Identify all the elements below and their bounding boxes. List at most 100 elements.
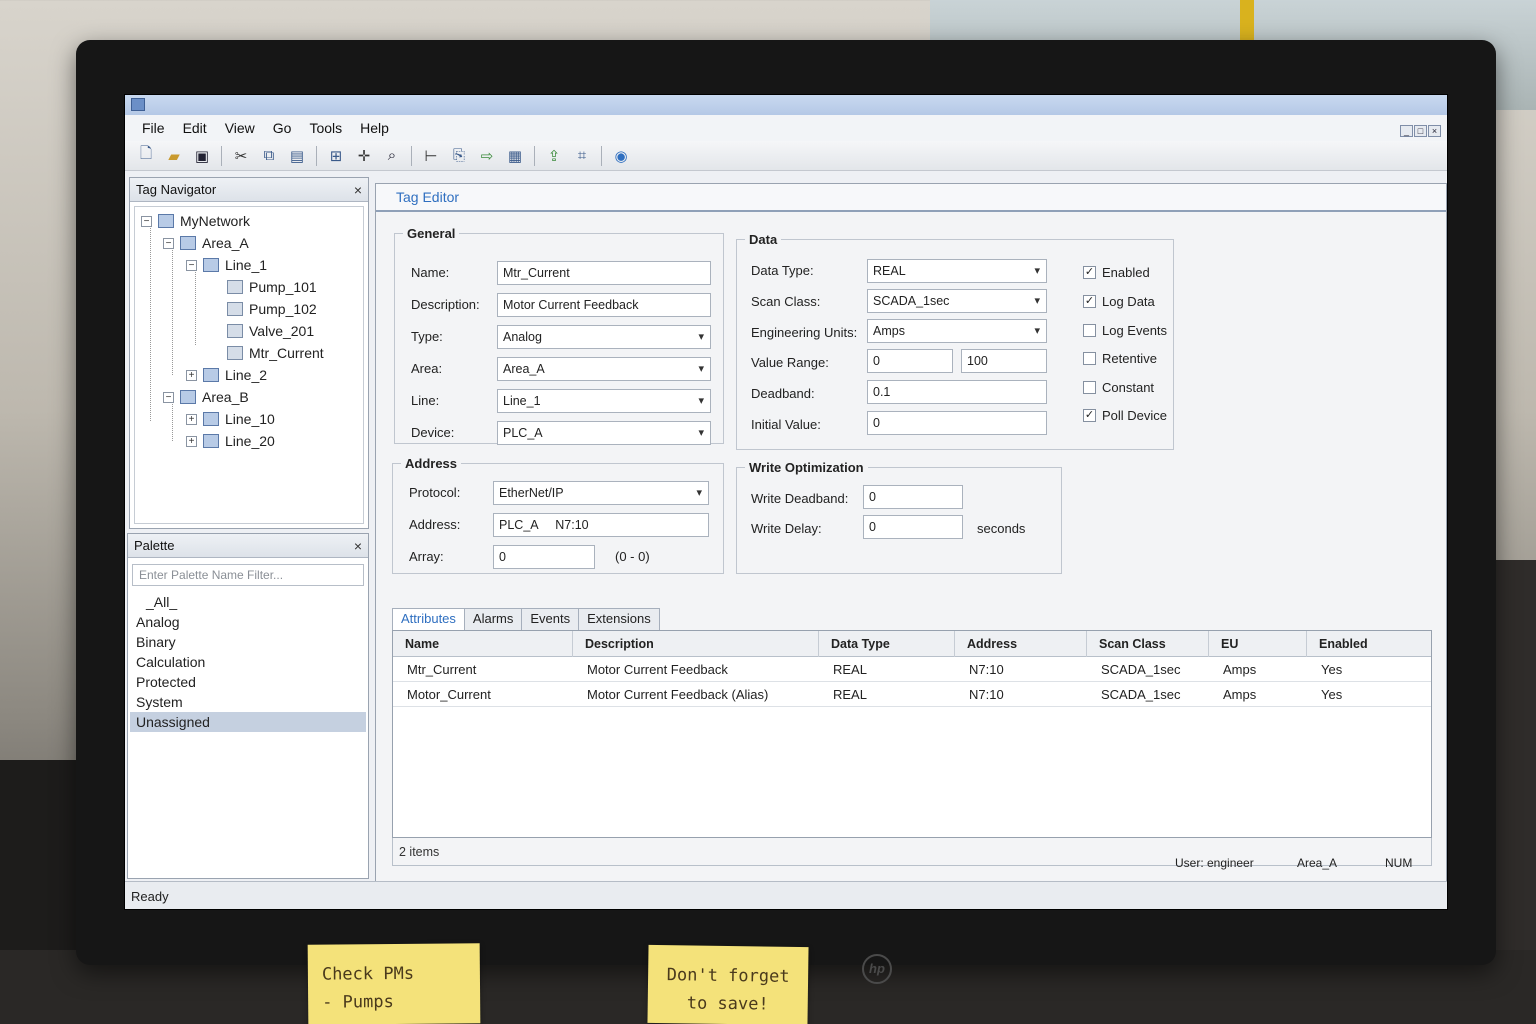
- log-events-checkbox[interactable]: Log Events: [1083, 323, 1167, 338]
- palette-item-calculation[interactable]: Calculation: [130, 652, 366, 672]
- tree-item-line-1[interactable]: − Line_1: [186, 254, 267, 276]
- help-icon[interactable]: ◉: [608, 144, 634, 168]
- column-header-eu[interactable]: EU: [1209, 631, 1307, 657]
- expand-icon[interactable]: +: [186, 413, 197, 425]
- menu-view[interactable]: View: [216, 120, 264, 136]
- tab-events[interactable]: Events: [521, 608, 580, 630]
- collapse-icon[interactable]: −: [163, 237, 174, 249]
- expand-icon[interactable]: +: [186, 435, 197, 447]
- name-field[interactable]: Mtr_Current: [497, 261, 711, 285]
- find-icon[interactable]: ⌕: [379, 144, 405, 168]
- minimize-button[interactable]: _: [1400, 125, 1413, 137]
- enabled-checkbox[interactable]: ✓ Enabled: [1083, 265, 1150, 280]
- write-optimization-group: Write Optimization Write Deadband: 0 Wri…: [736, 460, 1062, 574]
- checkbox-checked[interactable]: ✓: [1083, 266, 1096, 279]
- tree-item-line-10[interactable]: + Line_10: [186, 408, 275, 430]
- write-delay-field[interactable]: 0: [863, 515, 963, 539]
- tree-item-area-b[interactable]: − Area_B: [163, 386, 249, 408]
- expand-icon[interactable]: +: [186, 369, 197, 381]
- type-select[interactable]: Analog: [497, 325, 711, 349]
- menu-help[interactable]: Help: [351, 120, 398, 136]
- move-icon[interactable]: ✛: [351, 144, 377, 168]
- area-select[interactable]: Area_A: [497, 357, 711, 381]
- data-type-select[interactable]: REAL: [867, 259, 1047, 283]
- column-header-description[interactable]: Description: [573, 631, 819, 657]
- menu-tools[interactable]: Tools: [300, 120, 351, 136]
- deadband-field[interactable]: 0.1: [867, 380, 1047, 404]
- checkbox-unchecked[interactable]: [1083, 381, 1096, 394]
- tree-item-line-20[interactable]: + Line_20: [186, 430, 275, 452]
- retentive-checkbox[interactable]: Retentive: [1083, 351, 1157, 366]
- value-range-min-field[interactable]: 0: [867, 349, 953, 373]
- insert-icon[interactable]: ⊢: [418, 144, 444, 168]
- close-window-button[interactable]: ×: [1428, 125, 1441, 137]
- deploy-icon[interactable]: ⇪: [541, 144, 567, 168]
- open-folder-icon[interactable]: ▰: [161, 144, 187, 168]
- save-icon[interactable]: ▣: [189, 144, 215, 168]
- protocol-select[interactable]: EtherNet/IP: [493, 481, 709, 505]
- tab-attributes[interactable]: Attributes: [392, 608, 465, 630]
- new-file-icon[interactable]: 🗋: [133, 144, 159, 168]
- tree-item-mtr-current[interactable]: Mtr_Current: [227, 342, 324, 364]
- column-header-scan-class[interactable]: Scan Class: [1087, 631, 1209, 657]
- close-icon[interactable]: ×: [354, 182, 362, 198]
- tree-item-valve-201[interactable]: Valve_201: [227, 320, 314, 342]
- poll-device-checkbox[interactable]: ✓ Poll Device: [1083, 408, 1167, 423]
- tab-alarms[interactable]: Alarms: [463, 608, 523, 630]
- checkbox-checked[interactable]: ✓: [1083, 295, 1096, 308]
- column-header-address[interactable]: Address: [955, 631, 1087, 657]
- tab-extensions[interactable]: Extensions: [578, 608, 660, 630]
- write-deadband-field[interactable]: 0: [863, 485, 963, 509]
- copy-icon[interactable]: ⧉: [256, 144, 282, 168]
- checkbox-unchecked[interactable]: [1083, 324, 1096, 337]
- palette-item-binary[interactable]: Binary: [130, 632, 366, 652]
- array-field[interactable]: 0: [493, 545, 595, 569]
- column-header-data-type[interactable]: Data Type: [819, 631, 955, 657]
- export-icon[interactable]: ⇨: [474, 144, 500, 168]
- log-data-checkbox[interactable]: ✓ Log Data: [1083, 294, 1155, 309]
- palette-item-all[interactable]: _All_: [130, 592, 366, 612]
- collapse-icon[interactable]: −: [141, 215, 152, 227]
- tree-item-pump-102[interactable]: Pump_102: [227, 298, 317, 320]
- palette-item-protected[interactable]: Protected: [130, 672, 366, 692]
- cut-icon[interactable]: ✂: [228, 144, 254, 168]
- import-icon[interactable]: ⎘: [446, 144, 472, 168]
- checkbox-checked[interactable]: ✓: [1083, 409, 1096, 422]
- sticky-note-line: to save!: [686, 993, 769, 1015]
- status-num: NUM: [1385, 856, 1413, 870]
- checkbox-unchecked[interactable]: [1083, 352, 1096, 365]
- browse-icon[interactable]: ⌗: [569, 144, 595, 168]
- tree-item-line-2[interactable]: + Line_2: [186, 364, 267, 386]
- menu-edit[interactable]: Edit: [174, 120, 216, 136]
- report-icon[interactable]: ▦: [502, 144, 528, 168]
- tree-item-area-a[interactable]: − Area_A: [163, 232, 249, 254]
- tree-item-mynetwork[interactable]: − MyNetwork: [141, 210, 250, 232]
- line-select[interactable]: Line_1: [497, 389, 711, 413]
- add-tag-icon[interactable]: ⊞: [323, 144, 349, 168]
- value-range-max-field[interactable]: 100: [961, 349, 1047, 373]
- paste-icon[interactable]: ▤: [284, 144, 310, 168]
- palette-item-analog[interactable]: Analog: [130, 612, 366, 632]
- description-field[interactable]: Motor Current Feedback: [497, 293, 711, 317]
- menu-go[interactable]: Go: [264, 120, 301, 136]
- column-header-name[interactable]: Name: [393, 631, 573, 657]
- table-row[interactable]: Mtr_Current Motor Current Feedback REAL …: [393, 657, 1431, 682]
- palette-item-unassigned[interactable]: Unassigned: [130, 712, 366, 732]
- initial-value-field[interactable]: 0: [867, 411, 1047, 435]
- close-icon[interactable]: ×: [354, 538, 362, 554]
- table-row[interactable]: Motor_Current Motor Current Feedback (Al…: [393, 682, 1431, 707]
- cell-description: Motor Current Feedback (Alias): [587, 687, 769, 702]
- device-select[interactable]: PLC_A: [497, 421, 711, 445]
- collapse-icon[interactable]: −: [186, 259, 197, 271]
- address-field[interactable]: PLC_A N7:10: [493, 513, 709, 537]
- constant-checkbox[interactable]: Constant: [1083, 380, 1154, 395]
- menu-file[interactable]: File: [133, 120, 174, 136]
- engineering-units-select[interactable]: Amps: [867, 319, 1047, 343]
- maximize-button[interactable]: □: [1414, 125, 1427, 137]
- collapse-icon[interactable]: −: [163, 391, 174, 403]
- tree-item-pump-101[interactable]: Pump_101: [227, 276, 317, 298]
- palette-filter-input[interactable]: Enter Palette Name Filter...: [132, 564, 364, 586]
- column-header-enabled[interactable]: Enabled: [1307, 631, 1431, 657]
- scan-class-select[interactable]: SCADA_1sec: [867, 289, 1047, 313]
- palette-item-system[interactable]: System: [130, 692, 366, 712]
